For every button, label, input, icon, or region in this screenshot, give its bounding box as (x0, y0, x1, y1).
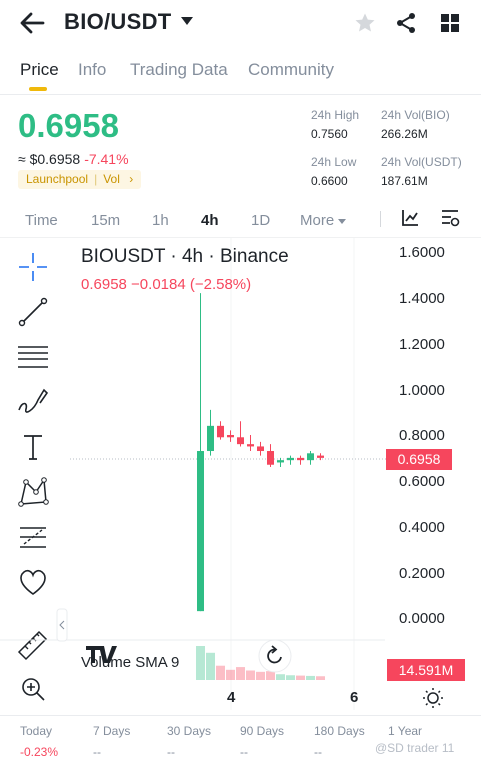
last-price-tag: 0.6958 (386, 449, 452, 470)
x-tick: 6 (350, 689, 359, 706)
stat-vol-base-value: 266.26M (381, 127, 428, 141)
volume-bar (246, 670, 255, 680)
y-tick: 1.4000 (399, 290, 445, 307)
volume-bar (196, 646, 205, 680)
perf-today-value: -0.23% (20, 745, 59, 759)
stat-vol-base-label: 24h Vol(BIO) (381, 108, 450, 122)
candle-body (257, 446, 264, 452)
usd-price: ≈ $0.6958 (18, 151, 81, 167)
share-icon[interactable] (394, 11, 418, 35)
volume-bar (316, 676, 325, 680)
grid-icon[interactable] (438, 11, 462, 35)
last-price: 0.6958 (18, 107, 119, 144)
interval-time[interactable]: Time (25, 212, 58, 229)
stat-vol-quote-label: 24h Vol(USDT) (381, 155, 462, 169)
volume-bar (286, 675, 295, 680)
volume-bar (266, 671, 275, 680)
y-tick: 1.0000 (399, 382, 445, 399)
perf-180d-label: 180 Days (314, 724, 365, 738)
perf-7d-value: -- (93, 745, 101, 759)
pair-title[interactable]: BIO/USDT (64, 9, 172, 35)
perf-today-label: Today (20, 724, 53, 738)
candle-body (317, 455, 324, 458)
volume-bar (226, 669, 235, 680)
y-tick: 0.8000 (399, 427, 445, 444)
divider (380, 211, 381, 227)
y-tick: 1.6000 (399, 244, 445, 261)
interval-4h[interactable]: 4h (201, 212, 219, 229)
tab-price[interactable]: Price (20, 60, 59, 80)
volume-bar (296, 675, 305, 680)
candle-body (207, 425, 214, 452)
y-tick: 0.4000 (399, 519, 445, 536)
candles (197, 293, 324, 612)
tab-community[interactable]: Community (248, 60, 334, 80)
candle-body (217, 425, 224, 438)
interval-15m[interactable]: 15m (91, 212, 120, 229)
candle-body (267, 451, 274, 465)
perf-90d-value: -- (240, 745, 248, 759)
candle-body (287, 457, 294, 461)
volume-bar (206, 652, 215, 680)
panel-collapse-handle[interactable] (56, 608, 68, 642)
chart-theme-icon[interactable] (423, 688, 443, 708)
stat-vol-quote-value: 187.61M (381, 174, 428, 188)
app-header: BIO/USDT (0, 0, 481, 48)
volume-bar (276, 674, 285, 680)
volume-label: Volume SMA 9 (81, 654, 180, 671)
chart-title: BIOUSDT · 4h · Binance (81, 246, 289, 267)
star-icon[interactable] (353, 11, 377, 35)
chart-ohlc-change: 0.6958 −0.0184 (−2.58%) (81, 276, 252, 293)
tab-trading-data[interactable]: Trading Data (130, 60, 228, 80)
divider (0, 94, 481, 95)
y-tick: 0.6000 (399, 473, 445, 490)
caret-down-icon (338, 218, 347, 224)
tag-launchpool: Launchpool (26, 172, 89, 186)
perf-30d-label: 30 Days (167, 724, 212, 738)
candle-body (297, 457, 304, 461)
y-tick: 1.2000 (399, 336, 445, 353)
change-percent: -7.41% (84, 151, 129, 167)
active-tab-indicator (29, 87, 47, 91)
x-tick: 4 (227, 689, 236, 706)
candle-body (227, 435, 234, 438)
indicator-icon[interactable] (401, 209, 419, 227)
stat-high-value: 0.7560 (311, 127, 348, 141)
candle-body (237, 437, 244, 445)
y-tick: 0.2000 (399, 565, 445, 582)
perf-180d-value: -- (314, 745, 322, 759)
perf-1y-label: 1 Year (388, 724, 423, 738)
volume-bar (256, 671, 265, 680)
volume-tag: 14.591M (387, 659, 465, 681)
volume-bar (306, 675, 315, 680)
stat-low-value: 0.6600 (311, 174, 348, 188)
volume-bar (216, 665, 225, 680)
interval-1h[interactable]: 1h (152, 212, 169, 229)
stat-high-label: 24h High (311, 108, 360, 122)
watermark: @SD trader 11 (375, 741, 455, 755)
tag-badge[interactable]: Launchpool | Vol › (18, 170, 142, 189)
back-arrow-icon[interactable] (18, 10, 46, 36)
chevron-right-icon: › (129, 172, 134, 186)
volume-bar (236, 667, 245, 680)
candle-body (277, 460, 284, 463)
usd-price-row: ≈ $0.6958 -7.41% (18, 151, 129, 167)
stat-low-label: 24h Low (311, 155, 357, 169)
perf-90d-label: 90 Days (240, 724, 285, 738)
y-tick: 0.0000 (399, 610, 445, 627)
tag-vol: Vol (103, 172, 120, 186)
section-tabs: Price Info Trading Data Community (0, 55, 481, 95)
perf-30d-value: -- (167, 745, 175, 759)
tab-info[interactable]: Info (78, 60, 106, 80)
perf-7d-label: 7 Days (93, 724, 131, 738)
interval-more[interactable]: More (300, 212, 347, 229)
candle-body (247, 444, 254, 447)
divider (0, 715, 481, 716)
caret-down-icon[interactable] (181, 17, 193, 25)
candle-body (307, 453, 314, 461)
candle-body (197, 451, 204, 612)
reset-chart-button[interactable] (258, 639, 292, 673)
interval-1d[interactable]: 1D (251, 212, 270, 229)
chart-settings-icon[interactable] (441, 209, 461, 227)
